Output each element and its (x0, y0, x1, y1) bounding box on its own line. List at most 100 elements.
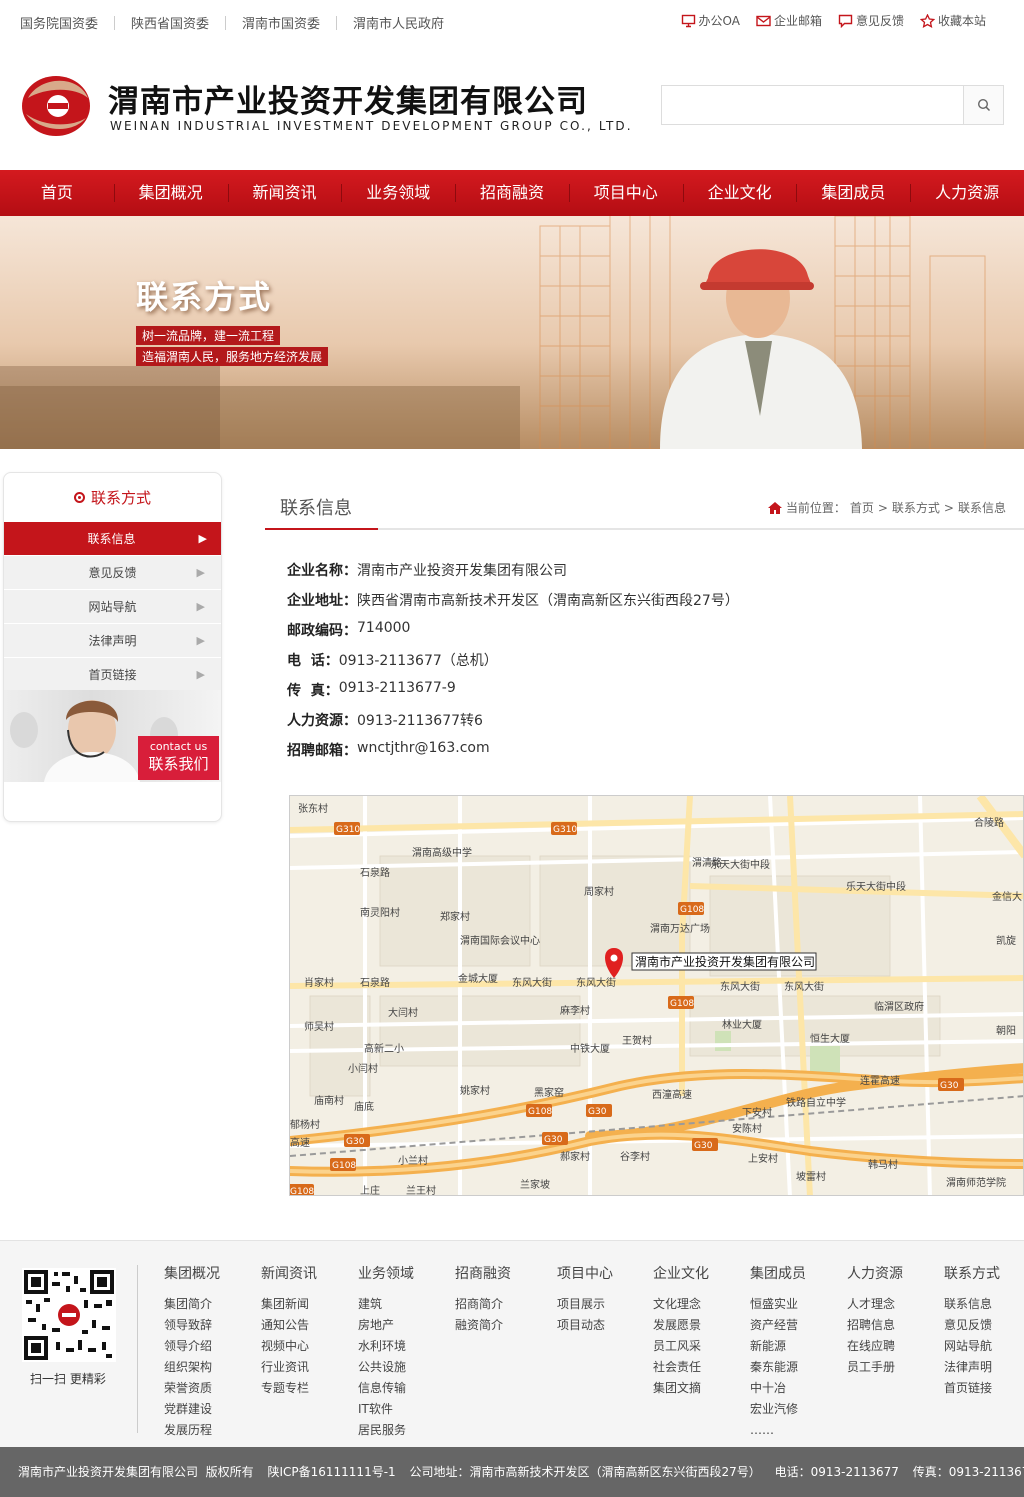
footer-link[interactable]: 集团新闻 (261, 1294, 317, 1315)
toplink-shaanxi[interactable]: 陕西省国资委 (131, 13, 209, 32)
sidebar: 联系方式 联系信息 ▶ 意见反馈 ▶ 网站导航 ▶ 法律声明 ▶ 首页链接 ▶ … (3, 472, 222, 822)
footer-link[interactable]: 新能源 (750, 1336, 806, 1357)
map-canvas[interactable]: 张东村G310 G310渭南高级中学石泉路南灵阳村 郑家村周家村渭清路G108渭南万… (290, 796, 1024, 1196)
footer-link[interactable]: 在线应聘 (847, 1336, 903, 1357)
top-tools: 办公OA 企业邮箱 意见反馈 收藏本站 (681, 12, 986, 29)
footer-link[interactable]: 荣誉资质 (164, 1378, 220, 1399)
footer-column-heading[interactable]: 联系方式 (944, 1263, 1000, 1283)
map-label: 坡雷村 (796, 1170, 826, 1183)
footer-link[interactable]: 秦东能源 (750, 1357, 806, 1378)
footer-link[interactable]: 项目展示 (557, 1294, 613, 1315)
toplink-sasac[interactable]: 国务院国资委 (20, 13, 98, 32)
sidebar-item-legal[interactable]: 法律声明 ▶ (4, 623, 221, 657)
footer-column-heading[interactable]: 企业文化 (653, 1263, 709, 1283)
map-label: 林业大厦 (722, 1018, 762, 1031)
footer-link[interactable]: 中十冶 (750, 1378, 806, 1399)
footer-link[interactable]: 招聘信息 (847, 1315, 903, 1336)
sidebar-item-feedback[interactable]: 意见反馈 ▶ (4, 555, 221, 589)
footer-link[interactable]: 水利环境 (358, 1336, 414, 1357)
footer-link[interactable]: 信息传输 (358, 1378, 414, 1399)
footer-link[interactable]: 领导致辞 (164, 1315, 220, 1336)
footer-link[interactable]: 联系信息 (944, 1294, 1000, 1315)
location-map[interactable]: 张东村 G310 G310 渭南高级中学 石泉路 南灵阳村 郑家村 周家村 渭清路 G108 渭南万… (289, 795, 1024, 1196)
footer-link[interactable]: 党群建设 (164, 1399, 220, 1420)
nav-business[interactable]: 业务领域 (341, 170, 455, 216)
oa-link[interactable]: 办公OA (681, 12, 740, 29)
nav-projects[interactable]: 项目中心 (568, 170, 683, 216)
contact-us-banner[interactable]: contact us 联系我们 (4, 690, 221, 782)
nav-home[interactable]: 首页 (0, 170, 114, 216)
footer-link[interactable]: 项目动态 (557, 1315, 613, 1336)
footer-link[interactable]: 资产经营 (750, 1315, 806, 1336)
nav-members[interactable]: 集团成员 (796, 170, 910, 216)
copyright-bar: 渭南市产业投资开发集团有限公司 版权所有 陕ICP备16111111号-1 公司… (0, 1447, 1024, 1497)
footer-link[interactable]: 公共设施 (358, 1357, 414, 1378)
sidebar-item-sitemap[interactable]: 网站导航 ▶ (4, 589, 221, 623)
nav-culture[interactable]: 企业文化 (682, 170, 797, 216)
footer-link[interactable]: 行业资讯 (261, 1357, 317, 1378)
footer-link[interactable]: 发展历程 (164, 1420, 220, 1441)
footer-link[interactable]: 视频中心 (261, 1336, 317, 1357)
brand-name-cn: 渭南市产业投资开发集团有限公司 (108, 84, 588, 120)
footer-column-heading[interactable]: 项目中心 (557, 1263, 613, 1283)
icp-number[interactable]: 陕ICP备16111111号-1 (267, 1465, 395, 1479)
search-input[interactable] (662, 86, 963, 124)
toplink-weinan-sasac[interactable]: 渭南市国资委 (242, 13, 320, 32)
company-logo[interactable] (20, 68, 92, 140)
footer-link[interactable]: 建筑 (358, 1294, 414, 1315)
feedback-link[interactable]: 意见反馈 (838, 12, 904, 29)
map-label: 高速 (290, 1136, 310, 1149)
footer-link[interactable]: 领导介绍 (164, 1336, 220, 1357)
breadcrumb-home[interactable]: 首页 (850, 499, 874, 516)
breadcrumb-contact[interactable]: 联系方式 (892, 499, 940, 516)
nav-investment[interactable]: 招商融资 (455, 170, 569, 216)
map-label: G30 (346, 1137, 365, 1147)
sidebar-item-contact-info[interactable]: 联系信息 ▶ (4, 521, 221, 555)
footer-link[interactable]: IT软件 (358, 1399, 414, 1420)
footer-link[interactable]: 居民服务 (358, 1420, 414, 1441)
footer-column-heading[interactable]: 集团概况 (164, 1263, 220, 1283)
favorite-link[interactable]: 收藏本站 (919, 12, 986, 29)
nav-group-overview[interactable]: 集团概况 (113, 170, 228, 216)
footer-link[interactable]: 网站导航 (944, 1336, 1000, 1357)
footer-link[interactable]: …… (750, 1420, 806, 1441)
nav-news[interactable]: 新闻资讯 (227, 170, 342, 216)
footer-link[interactable]: 通知公告 (261, 1315, 317, 1336)
footer-link[interactable]: 首页链接 (944, 1378, 1000, 1399)
footer-column: 企业文化文化理念 发展愿景 员工风采 社会责任 集团文摘 (653, 1263, 709, 1399)
footer-link[interactable]: 员工手册 (847, 1357, 903, 1378)
banner-slogan-1: 树一流品牌，建一流工程 (136, 326, 281, 345)
footer-link[interactable]: 恒盛实业 (750, 1294, 806, 1315)
footer-link[interactable]: 文化理念 (653, 1294, 709, 1315)
footer-link[interactable]: 社会责任 (653, 1357, 709, 1378)
footer-column-heading[interactable]: 集团成员 (750, 1263, 806, 1283)
footer-link[interactable]: 人才理念 (847, 1294, 903, 1315)
map-label: 高新二小 (364, 1042, 404, 1055)
footer-link[interactable]: 意见反馈 (944, 1315, 1000, 1336)
footer-column-heading[interactable]: 招商融资 (455, 1263, 511, 1283)
footer-link[interactable]: 员工风采 (653, 1336, 709, 1357)
footer-link[interactable]: 发展愿景 (653, 1315, 709, 1336)
sidebar-header: 联系方式 (4, 473, 221, 521)
toplink-weinan-gov[interactable]: 渭南市人民政府 (353, 13, 444, 32)
search-button[interactable] (963, 86, 1003, 124)
footer-link[interactable]: 法律声明 (944, 1357, 1000, 1378)
footer-column-heading[interactable]: 业务领域 (358, 1263, 414, 1283)
map-label: 张东村 (298, 802, 328, 815)
footer-link[interactable]: 集团文摘 (653, 1378, 709, 1399)
breadcrumb-sep: > (943, 500, 954, 515)
footer-link[interactable]: 专题专栏 (261, 1378, 317, 1399)
footer-link[interactable]: 集团简介 (164, 1294, 220, 1315)
nav-hr[interactable]: 人力资源 (910, 170, 1024, 216)
footer-link[interactable]: 招商简介 (455, 1294, 511, 1315)
info-row-fax: 传 真： 0913-2113677-9 (287, 680, 739, 710)
footer-column-heading[interactable]: 新闻资讯 (261, 1263, 317, 1283)
sidebar-item-links[interactable]: 首页链接 ▶ (4, 657, 221, 691)
chevron-right-icon: ▶ (196, 566, 205, 579)
footer-link[interactable]: 融资简介 (455, 1315, 511, 1336)
footer-link[interactable]: 宏业汽修 (750, 1399, 806, 1420)
footer-column-heading[interactable]: 人力资源 (847, 1263, 903, 1283)
footer-link[interactable]: 组织架构 (164, 1357, 220, 1378)
mail-link[interactable]: 企业邮箱 (756, 12, 822, 29)
footer-link[interactable]: 房地产 (358, 1315, 414, 1336)
